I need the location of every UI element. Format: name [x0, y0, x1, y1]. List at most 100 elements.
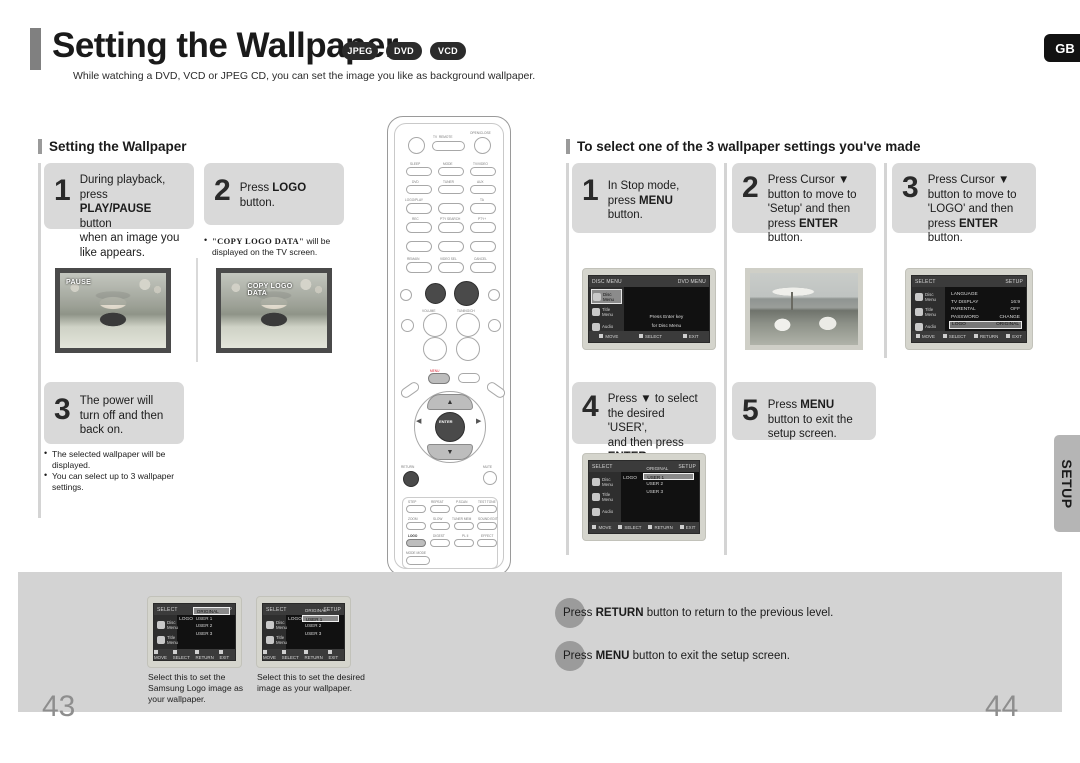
left-step-3-text: The power will turn off and then back on…: [80, 390, 164, 438]
osd-bl-footer-3: EXIT: [219, 649, 235, 660]
osd-bl-body: SELECT SETUP Disc Menu Title Menu Audio …: [153, 603, 236, 661]
remote-label-step: STEP: [408, 500, 417, 504]
right-step-2-text: Press Cursor ▼ button to move to 'Setup'…: [768, 171, 866, 246]
instruction-return-text: Press RETURN button to return to the pre…: [563, 607, 833, 619]
photo2-osd-label: COPY LOGO DATA: [247, 283, 293, 297]
bottom-panel: SELECT SETUP Disc Menu Title Menu Audio …: [18, 572, 1062, 723]
right-step-2-line4c: button.: [767, 232, 803, 244]
right-section-title: To select one of the 3 wallpaper setting…: [577, 139, 921, 154]
osd-bl-options: ORIGINAL USER 1 USER 2 USER 3: [192, 607, 230, 637]
remote-tv-remote-switch: [432, 141, 465, 151]
cursor-down-icon: ▼: [446, 448, 454, 456]
right-step-1-line3: button.: [607, 209, 643, 221]
osd4-title: SELECT: [592, 463, 613, 470]
left-step-1-text: During playback, press PLAY/PAUSE button…: [80, 171, 184, 260]
remote-stop-button: [425, 283, 446, 304]
osd-screen-3-body: SELECT SETUP Disc Menu Title Menu Audio …: [911, 275, 1027, 343]
instruction-return-c: button to return to the previous level.: [643, 607, 834, 619]
osd1-footer: MOVE SELECT EXIT: [589, 331, 709, 342]
photo1-osd-label: PAUSE: [66, 279, 92, 286]
caption-bottom-left: Select this to set the Samsung Logo imag…: [148, 672, 244, 704]
left-step-2-text: Press LOGO button.: [240, 171, 306, 210]
remote-label-sound-edit: SOUND EDIT: [478, 517, 498, 521]
media-format-badges: JPEG DVD VCD: [342, 42, 466, 60]
right-section-heading: To select one of the 3 wallpaper setting…: [566, 139, 921, 154]
right-step-3-line2: button to move to: [927, 188, 1017, 201]
exit-icon-3: [1006, 334, 1011, 338]
remote-label-cancel: CANCEL: [474, 257, 487, 261]
exit-icon-bl: [219, 649, 224, 654]
right-step-4-line3: and then press: [607, 436, 684, 449]
remote-mode2-button: [406, 556, 430, 565]
remote-zoom-button: [406, 522, 426, 530]
osd1-sidebar-item-1: Title Menu: [591, 304, 622, 319]
left-section-heading: Setting the Wallpaper: [38, 139, 187, 154]
select-icon-bl: [172, 649, 177, 654]
instruction-menu-a: Press: [563, 650, 596, 662]
remote-key-5: [438, 222, 464, 233]
osd-screen-bottom-left: SELECT SETUP Disc Menu Title Menu Audio …: [147, 596, 242, 668]
osd4-footer-1: SELECT: [618, 525, 641, 530]
remote-testtone-button: [477, 505, 497, 513]
remote-label-dvd: DVD: [412, 180, 419, 184]
left-step-1-number: 1: [54, 174, 71, 207]
left-step-2-note: "COPY LOGO DATA" will be displayed on th…: [204, 235, 354, 258]
right-step-1: 1 In Stop mode, press MENU button.: [572, 163, 716, 233]
remote-return-button: [403, 471, 419, 487]
right-step-5-text: Press MENU button to exit the setup scre…: [768, 390, 853, 442]
osd4-footer-0: MOVE: [592, 525, 611, 530]
remote-control-illustration: OPEN/CLOSE TV REMOTE SLEEP MODE TV/VIDEO…: [387, 116, 511, 576]
title-menu-icon-3: [915, 307, 923, 316]
left-step-2-note-item: "COPY LOGO DATA" will be displayed on th…: [204, 235, 354, 257]
right-step-1-line2b: MENU: [639, 194, 673, 207]
osd3-row-1: TV DISPLAY 16:9: [951, 299, 1020, 305]
move-icon-bl: [154, 649, 158, 654]
left-step-3-number: 3: [54, 393, 71, 426]
cursor-left-icon: ◀: [416, 418, 422, 425]
osd-br-sidebar-item-1: Title Menu: [265, 632, 287, 647]
remote-label-digest: DIGEST: [433, 534, 445, 538]
remote-tuner-button: [438, 185, 464, 194]
remote-label-mute: MUTE: [483, 465, 493, 469]
right-step-5-line3: setup screen.: [767, 428, 837, 440]
remote-tuning-down-button: [456, 337, 480, 361]
osd-br-body: SELECT SETUP Disc Menu Title Menu Audio …: [262, 603, 345, 661]
return-icon-br: [304, 649, 309, 654]
remote-key-7: [406, 241, 432, 252]
manual-page: Setting the Wallpaper JPEG DVD VCD While…: [0, 0, 1080, 763]
right-step-1-number: 1: [582, 174, 599, 207]
osd-br-option-3: USER 3: [304, 630, 322, 636]
remote-tvvideo-button: [470, 167, 496, 176]
remote-label-aux: AUX: [477, 180, 484, 184]
osd-bl-option-0: ORIGINAL: [192, 607, 230, 615]
remote-info-button: [458, 373, 480, 383]
osd3-mode: SETUP: [1005, 278, 1023, 285]
osd1-title: DISC MENU: [592, 278, 622, 285]
remote-mode-button: [438, 167, 464, 176]
osd4-options: ORIGINAL USER 1 USER 2 USER 3: [643, 465, 694, 495]
right-step-3-line4a: press: [927, 217, 960, 230]
remote-label-tuner: TUNER: [443, 180, 454, 184]
remote-dvd-button: [406, 185, 432, 194]
disc-menu-icon-bl: [157, 620, 165, 629]
remote-label-tuner-memory: TUNER MEM: [452, 517, 472, 521]
osd4-sidebar-item-0: Disc Menu: [591, 474, 619, 489]
right-step-3: 3 Press Cursor ▼ button to move to 'LOGO…: [892, 163, 1036, 244]
osd1-mode: DVD MENU: [677, 278, 706, 285]
remote-label-open-close: OPEN/CLOSE: [470, 131, 491, 135]
osd3-row-4: LOGO ORIGINAL: [949, 321, 1022, 329]
remote-cursor-up-button: ▲: [427, 394, 473, 410]
osd3-sidebar-item-1: Title Menu: [914, 304, 943, 319]
cursor-up-icon: ▲: [446, 398, 454, 406]
remote-label-sleep: SLEEP: [410, 162, 421, 166]
disc-menu-icon-4: [592, 477, 600, 486]
remote-label-effect: EFFECT: [481, 534, 494, 538]
remote-menu-button: [428, 373, 450, 384]
side-tab-setup-label: SETUP: [1059, 458, 1075, 509]
caption-bottom-right: Select this to set the desired image as …: [257, 672, 365, 693]
osd4-footer-3: EXIT: [679, 525, 695, 530]
osd4-option-2: USER 2: [646, 481, 664, 486]
remote-label-mode-2: MODE MODE: [406, 551, 427, 555]
remote-play-pause-button: [454, 281, 479, 306]
right-step-4-line2: the desired 'USER',: [607, 407, 665, 435]
